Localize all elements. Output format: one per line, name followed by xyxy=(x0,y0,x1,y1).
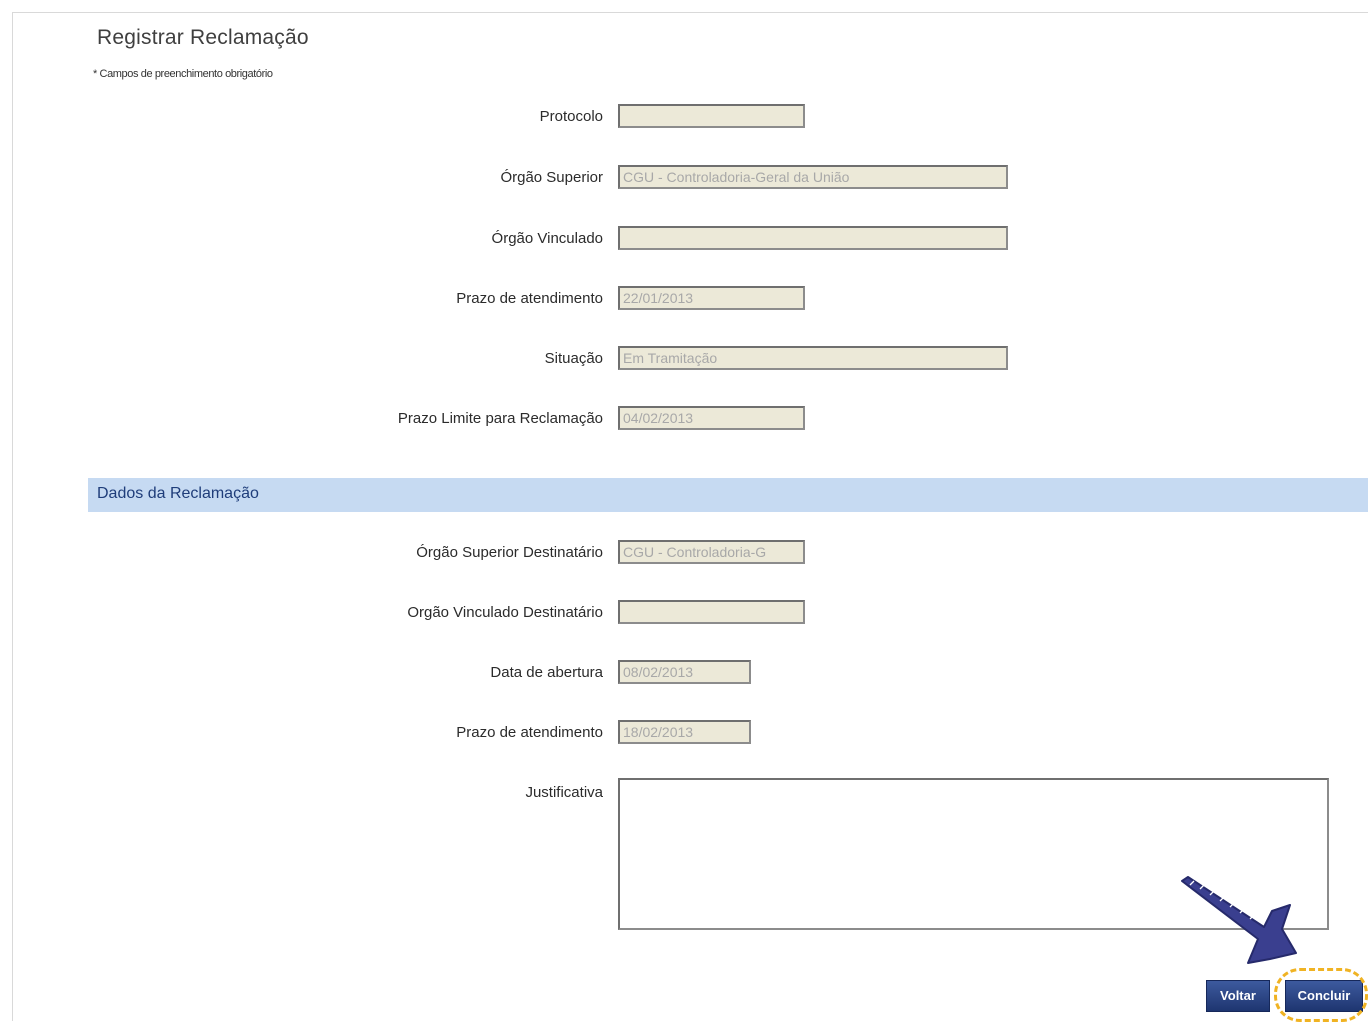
orgao-superior-field[interactable]: CGU - Controladoria-Geral da União xyxy=(618,165,1008,189)
prazo-atendimento-label: Prazo de atendimento xyxy=(456,290,603,307)
orgao-vinculado-row: Órgão Vinculado xyxy=(0,226,1368,256)
data-abertura-field[interactable]: 08/02/2013 xyxy=(618,660,751,684)
orgao-superior-destinatario-label: Órgão Superior Destinatário xyxy=(416,544,603,561)
protocolo-row: Protocolo xyxy=(0,104,1368,134)
prazo-atendimento-reclamacao-field[interactable]: 18/02/2013 xyxy=(618,720,751,744)
protocolo-label: Protocolo xyxy=(539,108,603,125)
prazo-atendimento-row: Prazo de atendimento 22/01/2013 xyxy=(0,286,1368,316)
concluir-highlight-circle xyxy=(1274,968,1368,1022)
orgao-vinculado-destinatario-row: Orgão Vinculado Destinatário xyxy=(0,600,1368,630)
orgao-superior-label: Órgão Superior xyxy=(500,169,603,186)
required-fields-note: * Campos de preenchimento obrigatório xyxy=(93,68,273,80)
situacao-field[interactable]: Em Tramitação xyxy=(618,346,1008,370)
orgao-superior-destinatario-row: Órgão Superior Destinatário CGU - Contro… xyxy=(0,540,1368,570)
prazo-limite-label: Prazo Limite para Reclamação xyxy=(397,410,603,427)
orgao-vinculado-destinatario-label: Orgão Vinculado Destinatário xyxy=(407,604,603,621)
prazo-atendimento-reclamacao-row: Prazo de atendimento 18/02/2013 xyxy=(0,720,1368,750)
situacao-label: Situação xyxy=(544,350,603,367)
orgao-superior-destinatario-field[interactable]: CGU - Controladoria-G xyxy=(618,540,805,564)
prazo-limite-row: Prazo Limite para Reclamação 04/02/2013 xyxy=(0,406,1368,436)
page-title: Registrar Reclamação xyxy=(97,26,309,49)
orgao-vinculado-destinatario-field[interactable] xyxy=(618,600,805,624)
prazo-atendimento-reclamacao-label: Prazo de atendimento xyxy=(456,724,603,741)
prazo-limite-field[interactable]: 04/02/2013 xyxy=(618,406,805,430)
orgao-vinculado-field[interactable] xyxy=(618,226,1008,250)
section-title: Dados da Reclamação xyxy=(97,485,259,502)
justificativa-label: Justificativa xyxy=(525,784,603,801)
arrow-pointer-icon xyxy=(1181,876,1297,964)
orgao-superior-row: Órgão Superior CGU - Controladoria-Geral… xyxy=(0,165,1368,195)
voltar-button[interactable]: Voltar xyxy=(1206,980,1270,1012)
orgao-vinculado-label: Órgão Vinculado xyxy=(491,230,603,247)
protocolo-field[interactable] xyxy=(618,104,805,128)
data-abertura-label: Data de abertura xyxy=(490,664,603,681)
dados-reclamacao-section-header: Dados da Reclamação xyxy=(88,478,1368,512)
situacao-row: Situação Em Tramitação xyxy=(0,346,1368,376)
data-abertura-row: Data de abertura 08/02/2013 xyxy=(0,660,1368,690)
prazo-atendimento-field[interactable]: 22/01/2013 xyxy=(618,286,805,310)
